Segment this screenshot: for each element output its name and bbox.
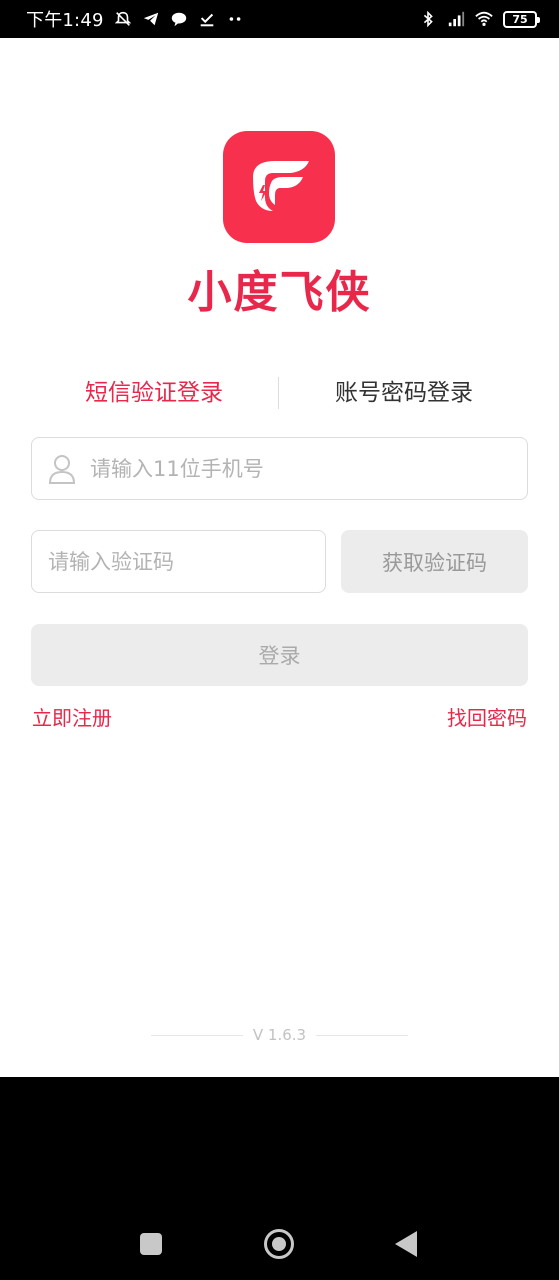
login-button[interactable]: 登录 [31, 624, 528, 686]
phone-input[interactable] [90, 438, 527, 499]
forgot-password-link[interactable]: 找回密码 [447, 704, 527, 732]
tab-divider [278, 377, 279, 409]
version-row: V 1.6.3 [0, 1024, 559, 1046]
login-tabs: 短信验证登录 账号密码登录 [0, 373, 559, 413]
telegram-icon [143, 12, 158, 26]
code-field-wrapper [31, 530, 326, 593]
status-bar: 下午1:49 75 [0, 0, 559, 38]
brand-name: 小度飞侠 [187, 267, 372, 318]
bluetooth-icon [423, 10, 433, 28]
system-nav-bar [0, 1077, 559, 1280]
battery-icon: 75 [503, 10, 540, 28]
tab-account-login[interactable]: 账号密码登录 [280, 373, 528, 413]
verification-code-input[interactable] [48, 531, 325, 592]
signal-icon [448, 11, 465, 27]
app-logo [223, 131, 335, 243]
back-button[interactable] [395, 1231, 417, 1257]
recents-button[interactable] [140, 1233, 162, 1255]
mute-icon [114, 11, 131, 26]
tab-sms-login[interactable]: 短信验证登录 [30, 373, 278, 413]
battery-level: 75 [512, 12, 528, 26]
phone-field-wrapper [31, 437, 528, 500]
more-dots-icon [229, 17, 241, 21]
status-left: 下午1:49 [26, 6, 244, 32]
wing-logo-icon [253, 161, 309, 211]
home-button[interactable] [264, 1229, 294, 1259]
user-icon [48, 454, 76, 484]
login-screen: 小度飞侠 短信验证登录 账号密码登录 获取验证码 登录 立即注册 找回密码 V … [0, 38, 559, 1077]
wifi-icon [475, 11, 493, 27]
status-right: 75 [419, 10, 540, 28]
get-code-button[interactable]: 获取验证码 [341, 530, 528, 593]
chat-bubble-icon [171, 12, 186, 27]
download-done-icon [200, 13, 213, 27]
status-time: 下午1:49 [26, 10, 104, 31]
version-text: V 1.6.3 [252, 1026, 307, 1044]
version-divider-right [316, 1034, 409, 1036]
register-link[interactable]: 立即注册 [32, 704, 112, 732]
version-divider-left [150, 1034, 243, 1036]
